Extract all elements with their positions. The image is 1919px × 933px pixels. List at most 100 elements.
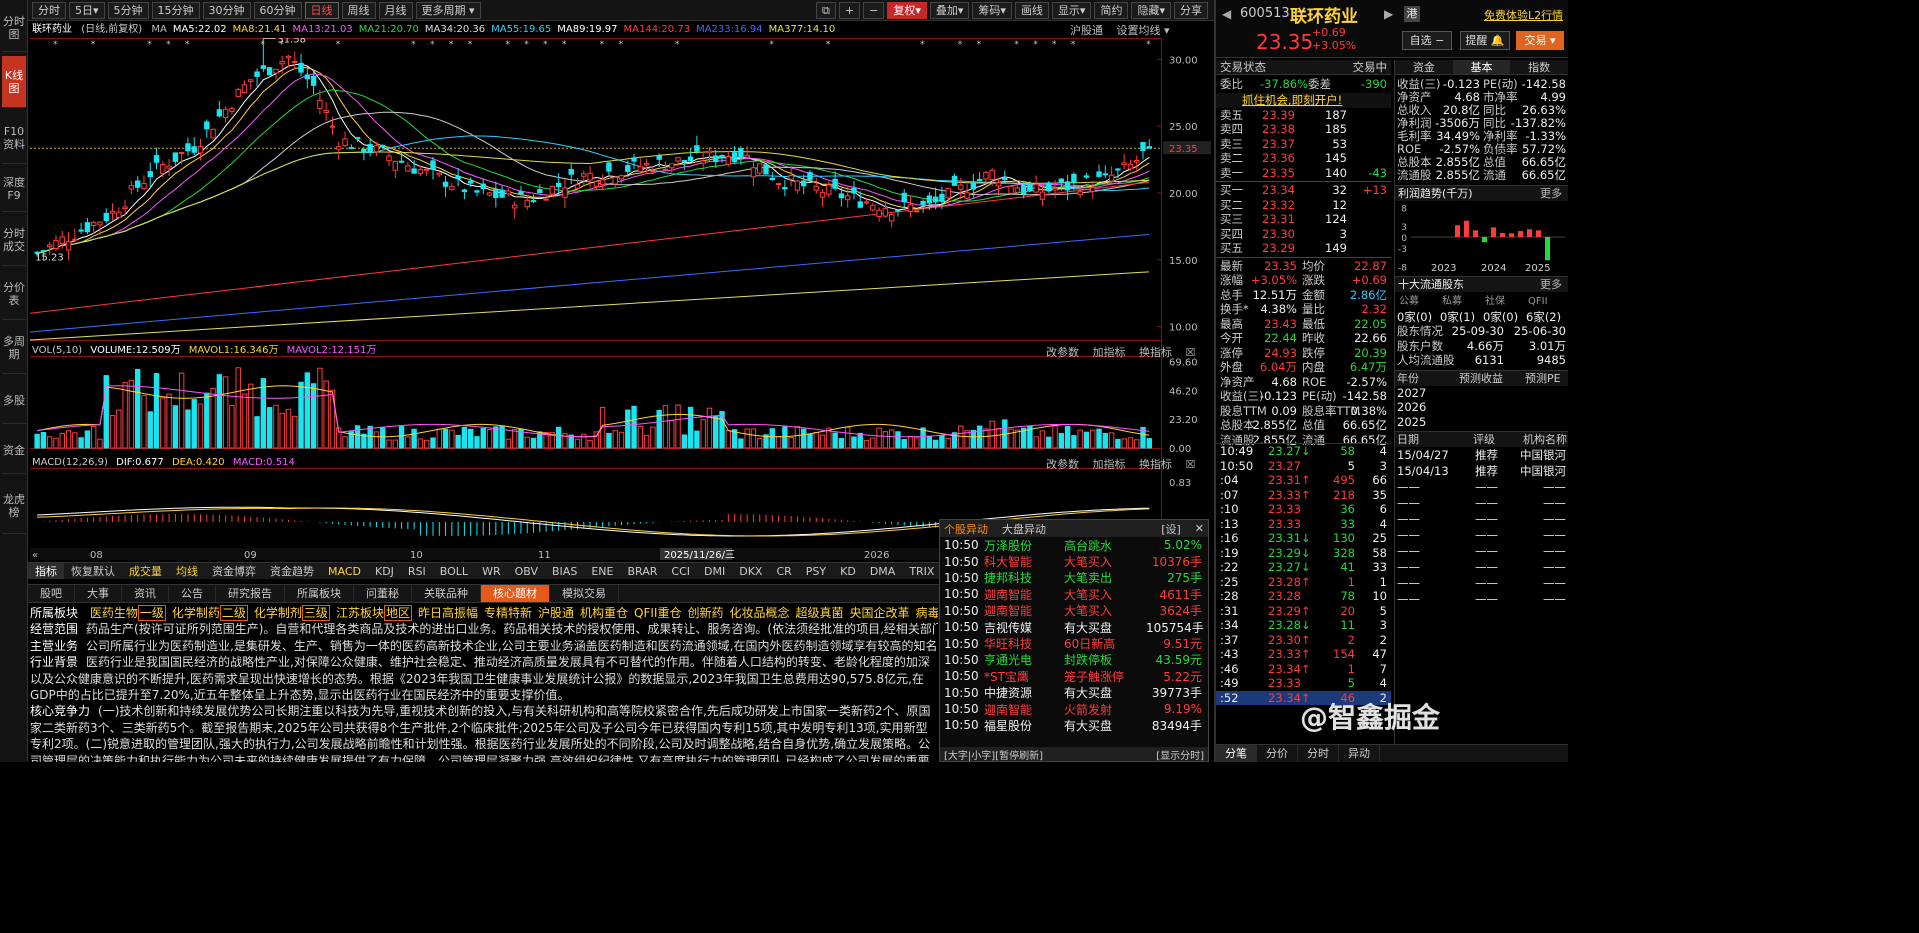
bid-row[interactable]: 买一 23.34 32 +13 <box>1216 183 1391 198</box>
indicator-tab-16[interactable]: DMI <box>697 565 732 578</box>
left-tab-7[interactable]: 多股 <box>2 378 26 424</box>
vol-switch-indicator-button[interactable]: 换指标 <box>1139 346 1172 359</box>
indicator-tab-20[interactable]: KD <box>833 565 863 578</box>
movement-row[interactable]: 10:50 科大智能 大笔买入 10376手 <box>940 553 1208 570</box>
ask-row[interactable]: 卖二 23.36 145 <box>1216 151 1391 166</box>
bid-row[interactable]: 买三 23.31 124 <box>1216 212 1391 227</box>
sector-item[interactable]: 专精特新 <box>484 606 538 620</box>
toolbar-right-button-2[interactable]: − <box>863 2 885 19</box>
hgt-label[interactable]: 沪股通 <box>1070 24 1103 37</box>
indicator-tab-9[interactable]: BOLL <box>433 565 475 578</box>
movement-row[interactable]: 10:50 福星股份 有大买盘 83494手 <box>940 717 1208 733</box>
toolbar-right-button-6[interactable]: 画线 <box>1014 2 1049 19</box>
fund-tab-2[interactable]: 指数 <box>1510 60 1568 74</box>
sector-name[interactable]: 化妆品概念 <box>729 606 789 620</box>
sector-item[interactable]: 化学制药 二级 <box>172 605 254 621</box>
info-tab-0[interactable]: 股吧 <box>28 585 75 602</box>
sector-item[interactable]: 机构重仓 <box>580 606 634 620</box>
movement-row[interactable]: 10:50 *ST宝鹰 笼子触涨停 5.22元 <box>940 668 1208 684</box>
sector-name[interactable]: 化学制药 <box>172 606 220 620</box>
bid-row[interactable]: 买二 23.32 12 <box>1216 198 1391 213</box>
info-tab-6[interactable]: 问董秘 <box>354 585 412 602</box>
popup-close-icon[interactable]: ✕ <box>1195 522 1204 535</box>
right-bottom-tab-2[interactable]: 分时 <box>1298 745 1339 762</box>
indicator-tab-7[interactable]: KDJ <box>368 565 401 578</box>
macd-add-indicator-button[interactable]: 加指标 <box>1093 458 1126 471</box>
info-tab-8[interactable]: 核心题材 <box>481 585 550 602</box>
popup-settings-button[interactable]: [设] <box>1161 521 1181 537</box>
free-l2-trial-link[interactable]: 免费体验L2行情 <box>1484 7 1563 23</box>
sector-item[interactable]: 病毒防治 <box>916 606 938 620</box>
left-tab-4[interactable]: 分时成交 <box>2 214 26 266</box>
indicator-tab-21[interactable]: DMA <box>863 565 903 578</box>
movement-stock[interactable]: 万泽股份 <box>984 537 1064 554</box>
sector-item[interactable]: 医药生物 一级 <box>90 605 172 621</box>
period-3[interactable]: 15分钟 <box>151 1 200 19</box>
vol-add-indicator-button[interactable]: 加指标 <box>1093 346 1126 359</box>
sector-name[interactable]: QFII重仓 <box>634 606 681 620</box>
toolbar-right-button-4[interactable]: 叠加▾ <box>929 2 970 19</box>
movement-stock[interactable]: 吉视传媒 <box>984 619 1064 636</box>
period-8[interactable]: 月线 <box>378 1 413 19</box>
sector-name[interactable]: 医药生物 <box>90 606 138 620</box>
indicator-tab-19[interactable]: PSY <box>799 565 833 578</box>
open-account-link[interactable]: 抓住机会,即刻开户! <box>1242 93 1342 108</box>
tab-market-movement[interactable]: 大盘异动 <box>1002 521 1046 537</box>
ask-row[interactable]: 卖一 23.35 140 -43 <box>1216 166 1391 181</box>
indicator-tab-0[interactable]: 指标 <box>28 563 64 579</box>
sector-name[interactable]: 昨日高振幅 <box>418 606 478 620</box>
fund-tab-1[interactable]: 基本 <box>1452 60 1511 74</box>
period-0[interactable]: 分时 <box>32 1 66 19</box>
indicator-tab-5[interactable]: 资金趋势 <box>263 563 321 579</box>
sector-name[interactable]: 沪股通 <box>538 606 574 620</box>
movement-stock[interactable]: 科大智能 <box>984 553 1064 570</box>
ask-row[interactable]: 卖四 23.38 185 <box>1216 122 1391 137</box>
period-4[interactable]: 30分钟 <box>202 1 251 19</box>
toolbar-right-button-7[interactable]: 显示▾ <box>1051 2 1092 19</box>
left-tab-2[interactable]: F10资料 <box>2 112 26 164</box>
indicator-tab-13[interactable]: ENE <box>584 565 620 578</box>
trade-button[interactable]: 交易 ▾ <box>1516 31 1564 50</box>
sector-name[interactable]: 创新药 <box>687 606 723 620</box>
left-tab-5[interactable]: 分价表 <box>2 268 26 320</box>
sector-item[interactable]: 创新药 <box>687 606 729 620</box>
sector-item[interactable]: 央国企改革 <box>850 606 916 620</box>
next-stock-icon[interactable]: ▶ <box>1384 7 1393 21</box>
indicator-tab-22[interactable]: TRIX <box>902 565 940 578</box>
open-account-promo[interactable]: 抓住机会,即刻开户! <box>1216 93 1391 108</box>
movement-stock[interactable]: 迦南智能 <box>984 701 1064 718</box>
sector-name[interactable]: 机构重仓 <box>580 606 628 620</box>
movement-stock[interactable]: 捷邦科技 <box>984 569 1064 586</box>
info-tab-3[interactable]: 公告 <box>169 585 216 602</box>
movement-stock[interactable]: 华旺科技 <box>984 635 1064 652</box>
movement-row[interactable]: 10:50 捷邦科技 大笔卖出 275手 <box>940 570 1208 586</box>
period-1[interactable]: 5日▾ <box>69 1 105 19</box>
sector-item[interactable]: 超级真菌 <box>796 606 850 620</box>
movement-stock[interactable]: *ST宝鹰 <box>984 668 1064 685</box>
indicator-tab-1[interactable]: 恢复默认 <box>64 563 122 579</box>
movement-row[interactable]: 10:50 吉视传媒 有大买盘 105754手 <box>940 619 1208 635</box>
info-tab-1[interactable]: 大事 <box>75 585 122 602</box>
sector-name[interactable]: 化学制剂 <box>254 606 302 620</box>
watchlist-button[interactable]: 自选 − <box>1402 31 1452 50</box>
popup-show-timeshare[interactable]: [显示分时] <box>1156 747 1204 762</box>
macd-param-button[interactable]: 改参数 <box>1046 458 1079 471</box>
vol-close-icon[interactable]: ☒ <box>1186 346 1196 359</box>
sector-item[interactable]: 江苏板块 地区 <box>336 605 418 621</box>
indicator-tab-15[interactable]: CCI <box>664 565 697 578</box>
sector-item[interactable]: 沪股通 <box>538 606 580 620</box>
indicator-tab-4[interactable]: 资金博弈 <box>205 563 263 579</box>
hk-tag[interactable]: 港 <box>1404 6 1420 22</box>
info-tab-5[interactable]: 所属板块 <box>285 585 354 602</box>
indicator-tab-3[interactable]: 均线 <box>169 563 205 579</box>
left-tab-9[interactable]: 龙虎榜 <box>2 478 26 534</box>
left-tab-1[interactable]: K线图 <box>2 56 26 108</box>
movement-row[interactable]: 10:50 迦南智能 火箭发射 9.19% <box>940 701 1208 717</box>
movement-row[interactable]: 10:50 中捷资源 有大买盘 39773手 <box>940 685 1208 701</box>
right-bottom-tab-3[interactable]: 异动 <box>1339 745 1380 762</box>
movement-stock[interactable]: 迦南智能 <box>984 586 1064 603</box>
right-bottom-tab-1[interactable]: 分价 <box>1257 745 1298 762</box>
toolbar-right-button-8[interactable]: 简约 <box>1094 2 1129 19</box>
macd-close-icon[interactable]: ☒ <box>1186 458 1196 471</box>
kline-chart[interactable]: 30.0025.0020.0015.0010.0023.3531.5815.23… <box>30 38 1214 560</box>
